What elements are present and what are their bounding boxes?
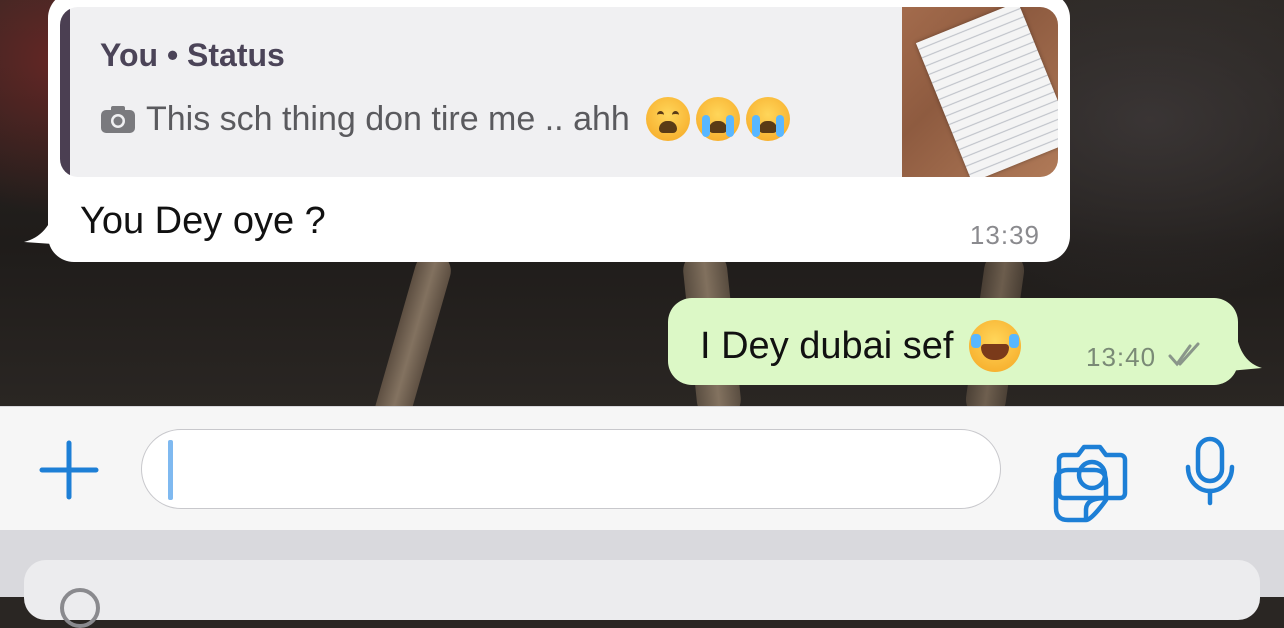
status-thumbnail: [902, 7, 1058, 177]
camera-icon: [101, 106, 135, 133]
camera-icon[interactable]: [1056, 441, 1128, 501]
quote-text: This sch thing don tire me .. ahh: [146, 99, 630, 138]
double-check-icon: [1168, 342, 1200, 367]
quoted-status-reply[interactable]: You • Status This sch thing don tire me …: [60, 7, 1058, 177]
message-composer-bar: [0, 406, 1284, 531]
outgoing-message-text: I Dey dubai sef: [700, 324, 954, 367]
quote-text-row: This sch thing don tire me .. ahh: [100, 97, 790, 141]
outgoing-message-bubble[interactable]: I Dey dubai sef 13:40: [668, 298, 1238, 385]
incoming-message-bubble[interactable]: You • Status This sch thing don tire me …: [48, 0, 1070, 262]
chat-background: You • Status This sch thing don tire me …: [0, 0, 1284, 406]
outgoing-message-time: 13:40: [1086, 342, 1157, 372]
message-input[interactable]: [166, 444, 890, 496]
bottom-search-field[interactable]: [24, 560, 1260, 620]
microphone-icon[interactable]: [1182, 435, 1238, 507]
quote-accent-bar: [60, 7, 70, 177]
incoming-message-time: 13:39: [969, 220, 1040, 250]
face-with-tears-of-joy-icon: [969, 320, 1022, 372]
loudly-crying-face-icon: [745, 97, 790, 141]
plus-icon[interactable]: [38, 439, 100, 501]
clock-icon: [60, 588, 100, 628]
quote-author: You • Status: [100, 37, 285, 73]
weary-face-icon: [645, 97, 690, 141]
loudly-crying-face-icon: [695, 97, 740, 141]
bottom-panel: [0, 530, 1284, 628]
incoming-message-text: You Dey oye ?: [80, 200, 326, 242]
outgoing-message-row: I Dey dubai sef: [700, 320, 1022, 372]
message-input-field[interactable]: [141, 429, 1109, 523]
